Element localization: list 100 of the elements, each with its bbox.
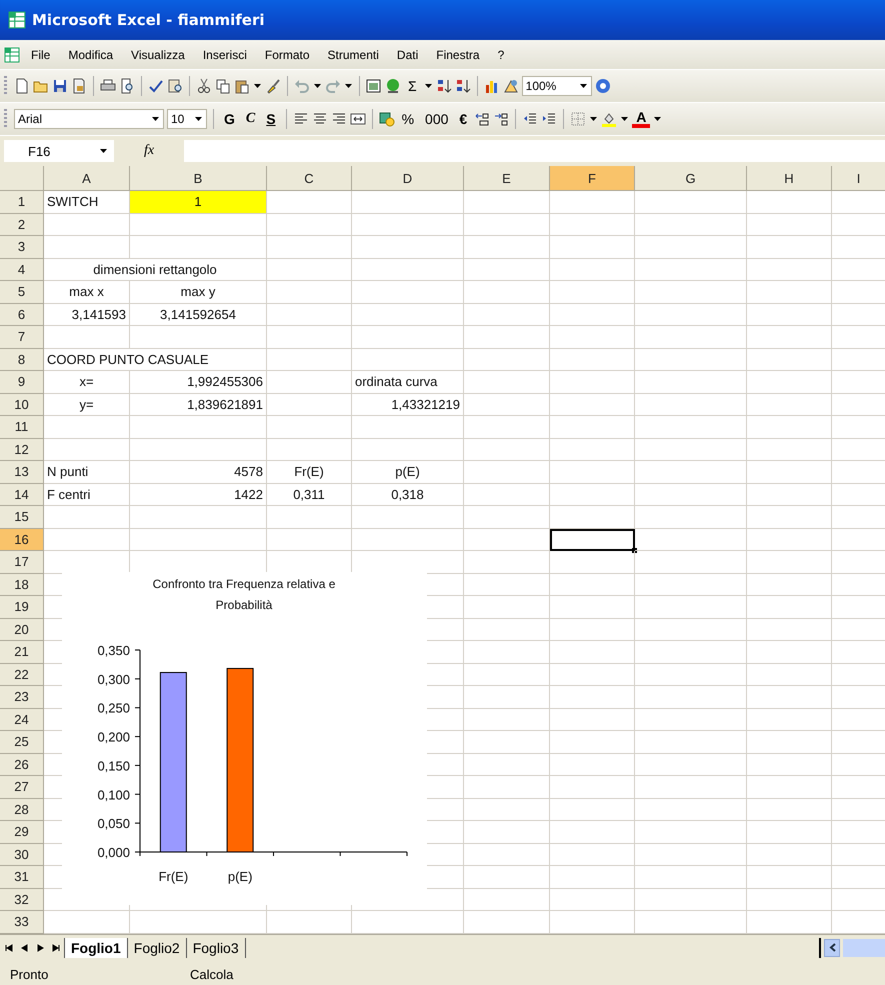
selected-cell[interactable] (550, 528, 635, 551)
menu-item[interactable]: Dati (390, 44, 426, 64)
row-header[interactable]: 21 (0, 641, 44, 664)
menu-item[interactable]: Finestra (429, 44, 487, 64)
caret-icon[interactable] (654, 117, 662, 121)
book-icon[interactable] (167, 78, 183, 94)
row-header[interactable]: 32 (0, 888, 44, 911)
column-header[interactable]: D (352, 166, 464, 191)
toolbar-grip[interactable] (4, 109, 7, 129)
paste-icon[interactable] (234, 78, 250, 94)
caret-icon[interactable] (424, 84, 432, 88)
help-icon[interactable] (594, 78, 611, 94)
caret-icon[interactable] (345, 84, 352, 88)
spreadsheet-icon[interactable] (4, 46, 20, 62)
menu-item[interactable]: Visualizza (124, 44, 192, 64)
column-header[interactable]: A (44, 166, 130, 191)
row-header[interactable]: 18 (0, 574, 44, 596)
caret-icon[interactable] (152, 117, 159, 121)
row-header[interactable]: 24 (0, 708, 44, 731)
row-header[interactable]: 27 (0, 776, 44, 798)
row-header[interactable]: 23 (0, 686, 44, 708)
picture-icon[interactable] (366, 78, 382, 94)
caret-icon[interactable] (314, 84, 321, 88)
font-combo[interactable]: Arial (14, 109, 164, 129)
row-header[interactable]: 17 (0, 551, 44, 574)
previous-sheet-icon[interactable] (20, 944, 28, 952)
row-header[interactable]: 22 (0, 664, 44, 686)
row-header[interactable]: 29 (0, 821, 44, 844)
row-header[interactable]: 2 (0, 214, 44, 236)
sheet-tab[interactable]: Foglio2 (128, 938, 187, 958)
toolbar-button[interactable]: C (242, 111, 260, 127)
row-header[interactable]: 5 (0, 281, 44, 304)
caret-icon[interactable] (254, 84, 261, 88)
row-header[interactable]: 30 (0, 844, 44, 866)
row-header[interactable]: 14 (0, 484, 44, 506)
sort-descending-icon[interactable] (454, 78, 471, 94)
first-sheet-icon[interactable] (4, 944, 12, 952)
row-header[interactable]: 15 (0, 506, 44, 528)
menu-item[interactable]: Formato (258, 44, 317, 64)
new-document-icon[interactable] (14, 78, 30, 94)
row-header[interactable]: 12 (0, 438, 44, 461)
menu-item[interactable]: Modifica (61, 44, 120, 64)
column-header[interactable]: B (130, 166, 267, 191)
save-icon[interactable] (52, 78, 68, 94)
toolbar-button[interactable]: % (398, 111, 418, 127)
row-header[interactable]: 8 (0, 348, 44, 371)
column-header[interactable]: E (464, 166, 550, 191)
brush-icon[interactable] (265, 78, 281, 94)
row-header[interactable]: 6 (0, 304, 44, 326)
caret-icon[interactable] (195, 117, 202, 121)
row-header[interactable]: 33 (0, 911, 44, 934)
row-header[interactable]: 11 (0, 416, 44, 438)
zoom-combo[interactable]: 100% (522, 76, 592, 96)
row-header[interactable]: 10 (0, 394, 44, 416)
fill-color-icon[interactable] (601, 111, 618, 127)
copy-icon[interactable] (215, 78, 231, 94)
toolbar-button[interactable]: Σ (404, 78, 421, 94)
menu-item[interactable]: Strumenti (320, 44, 386, 64)
cut-icon[interactable] (196, 78, 212, 94)
merge-icon[interactable] (350, 111, 366, 127)
column-header[interactable]: G (635, 166, 747, 191)
font-combo[interactable]: 10 (167, 109, 207, 129)
row-header[interactable]: 3 (0, 236, 44, 258)
last-sheet-icon[interactable] (52, 944, 60, 952)
menu-item[interactable]: Inserisci (196, 44, 254, 64)
column-header[interactable]: F (550, 166, 635, 191)
column-header[interactable]: I (832, 166, 885, 191)
currency-icon[interactable] (378, 111, 395, 127)
scroll-left-button[interactable] (824, 938, 840, 956)
sheet-tab[interactable]: Foglio1 (64, 938, 128, 958)
toolbar-button[interactable]: G (220, 111, 239, 127)
caret-icon[interactable] (621, 117, 628, 121)
decrease-decimal-icon[interactable] (493, 111, 510, 127)
print-preview-icon[interactable] (119, 78, 135, 94)
row-header[interactable]: 25 (0, 731, 44, 754)
row-header[interactable]: 9 (0, 371, 44, 394)
toolbar-button[interactable]: S (262, 111, 280, 127)
row-header[interactable]: 4 (0, 258, 44, 281)
row-header[interactable]: 7 (0, 326, 44, 348)
drawing-icon[interactable] (502, 78, 519, 94)
caret-icon[interactable] (590, 117, 598, 121)
function-button[interactable]: fx (114, 143, 184, 159)
row-header[interactable]: 1 (0, 191, 44, 214)
menu-item[interactable]: File (24, 44, 58, 64)
toolbar-button[interactable]: 000 (421, 111, 452, 127)
menu-item[interactable]: ? (490, 44, 512, 64)
caret-icon[interactable] (100, 149, 107, 153)
row-header[interactable]: 26 (0, 754, 44, 776)
toolbar-grip[interactable] (4, 76, 7, 96)
toolbar-button[interactable]: € (455, 111, 472, 127)
column-header[interactable]: C (267, 166, 352, 191)
row-header[interactable]: 16 (0, 528, 44, 551)
spelling-icon[interactable] (148, 78, 164, 94)
scrollbar-track[interactable] (843, 938, 885, 956)
column-header[interactable]: H (747, 166, 832, 191)
row-header[interactable]: 28 (0, 798, 44, 821)
formula-field[interactable] (184, 140, 885, 162)
row-header[interactable]: 20 (0, 618, 44, 641)
sort-ascending-icon[interactable] (436, 78, 452, 94)
sheet-tab[interactable]: Foglio3 (186, 938, 246, 958)
